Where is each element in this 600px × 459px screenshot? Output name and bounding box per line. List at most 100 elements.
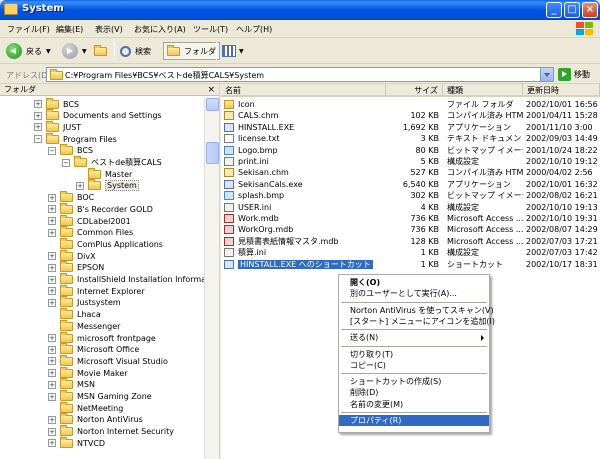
menu-tools[interactable]: ツール(T) xyxy=(193,24,228,35)
tree-item[interactable]: + BOC xyxy=(48,191,94,204)
tree-item[interactable]: + Microsoft Visual Studio xyxy=(48,354,168,367)
expand-toggle[interactable]: + xyxy=(76,181,84,190)
tree-item[interactable]: + Documents and Settings xyxy=(34,109,162,122)
tree-item[interactable]: − Program Files xyxy=(34,132,117,145)
expand-toggle[interactable]: + xyxy=(48,287,56,296)
tree-item[interactable]: + microsoft frontpage xyxy=(48,331,156,344)
tree-item[interactable]: + CDLabel2001 xyxy=(48,214,131,227)
file-row[interactable]: 積算.ini 1 KB 構成設定 2002/07/03 17:42 xyxy=(221,247,600,258)
context-menu-item[interactable]: 削除(D) xyxy=(339,387,489,398)
context-menu-item[interactable]: 開く(O) xyxy=(339,277,489,288)
expand-toggle[interactable]: − xyxy=(34,135,42,144)
column-header-size[interactable]: サイズ xyxy=(386,84,443,97)
file-row[interactable]: Icon ファイル フォルダ 2002/10/01 16:56 xyxy=(221,99,600,110)
views-button[interactable]: ▼ xyxy=(222,42,244,60)
file-row[interactable]: Sekisan.chm 527 KB コンパイル済み HTM... 2000/04/0… xyxy=(221,167,600,178)
expand-toggle[interactable]: + xyxy=(48,263,56,272)
menu-view[interactable]: 表示(V) xyxy=(95,24,123,35)
folders-button[interactable]: フォルダ xyxy=(163,42,220,60)
title-bar[interactable]: System _ □ × xyxy=(0,0,600,20)
expand-toggle[interactable]: + xyxy=(48,217,56,225)
context-menu-item[interactable]: 名前の変更(M) xyxy=(339,399,489,410)
expand-toggle[interactable]: + xyxy=(34,100,42,108)
address-dropdown-button[interactable] xyxy=(540,68,553,81)
scroll-up-button[interactable] xyxy=(206,98,219,111)
expand-toggle[interactable]: + xyxy=(34,123,42,132)
expand-toggle[interactable]: + xyxy=(48,392,56,401)
expand-toggle[interactable]: + xyxy=(48,193,56,202)
tree-item[interactable]: + NTVCD xyxy=(48,436,105,449)
folder-tree-scrollbar[interactable] xyxy=(204,97,219,459)
expand-toggle[interactable]: − xyxy=(48,146,56,155)
menu-favorites[interactable]: お気に入り(A) xyxy=(134,24,186,35)
back-button[interactable]: 戻る ▼ xyxy=(6,42,51,60)
menu-edit[interactable]: 編集(E) xyxy=(56,24,83,35)
tree-item[interactable]: NetMeeting xyxy=(48,401,123,414)
context-menu-item[interactable]: 別のユーザーとして実行(A)... xyxy=(339,288,489,299)
file-row[interactable]: SekisanCals.exe 6,540 KB アプリケーション 2002/10/0… xyxy=(221,179,600,190)
expand-toggle[interactable]: + xyxy=(48,380,56,389)
tree-item[interactable]: ComPlus Applications xyxy=(48,237,163,250)
file-row[interactable]: print.ini 5 KB 構成設定 2002/10/10 19:12 xyxy=(221,156,600,167)
maximize-button[interactable]: □ xyxy=(564,2,580,18)
file-row[interactable]: WorkOrg.mdb 736 KB Microsoft Access ... 200… xyxy=(221,224,600,235)
tree-item[interactable]: + DivX xyxy=(48,249,96,262)
expand-toggle[interactable]: + xyxy=(48,439,56,448)
up-folder-button[interactable] xyxy=(94,42,107,60)
expand-toggle[interactable]: + xyxy=(48,205,56,214)
context-menu-item[interactable]: Norton AntiVirus を使ってスキャン(V) xyxy=(339,305,494,316)
tree-item[interactable]: + Common Files xyxy=(48,226,133,239)
tree-item[interactable]: + Norton Internet Security xyxy=(48,425,174,438)
context-menu-item[interactable]: コピー(C) xyxy=(339,360,489,371)
column-header-type[interactable]: 種類 xyxy=(443,84,523,97)
expand-toggle[interactable]: + xyxy=(48,369,56,378)
close-button[interactable]: × xyxy=(582,2,598,18)
file-row[interactable]: Work.mdb 736 KB Microsoft Access ... 2002/1… xyxy=(221,213,600,224)
expand-toggle[interactable]: + xyxy=(48,357,56,366)
file-row[interactable]: Logo.bmp 80 KB ビットマップ イメージ 2001/10/24 18:22 xyxy=(221,145,600,156)
file-row[interactable]: 見積書表紙情報マスタ.mdb 128 KB Microsoft Access ...… xyxy=(221,236,600,247)
expand-toggle[interactable]: + xyxy=(34,111,42,120)
menu-file[interactable]: ファイル(F) xyxy=(7,24,50,35)
address-input[interactable]: C:¥Program Files¥BCS¥ベストde積算CALS¥System xyxy=(46,67,554,82)
context-menu-item[interactable]: プロパティ(R) xyxy=(339,415,489,426)
tree-item[interactable]: + Internet Explorer xyxy=(48,284,145,297)
file-row[interactable]: HINSTALL.EXE 1,692 KB アプリケーション 2001/11/10 3… xyxy=(221,122,600,133)
context-menu-item[interactable]: 切り取り(T) xyxy=(339,349,489,360)
tree-item[interactable]: Messenger xyxy=(48,319,120,332)
tree-item[interactable]: + System xyxy=(76,179,139,192)
tree-item[interactable]: + Movie Maker xyxy=(48,366,128,379)
tree-item[interactable]: + MSN Gaming Zone xyxy=(48,390,152,403)
tree-item[interactable]: Lhaca xyxy=(48,308,101,321)
chevron-down-icon[interactable]: ▼ xyxy=(82,48,87,55)
expand-toggle[interactable]: + xyxy=(48,415,56,424)
search-button[interactable]: 検索 xyxy=(120,42,151,60)
tree-item[interactable]: + B's Recorder GOLD xyxy=(48,202,153,215)
file-row[interactable]: license.txt 3 KB テキスト ドキュメント 2002/09/03 14:… xyxy=(221,133,600,144)
file-row[interactable]: CALS.chm 102 KB コンパイル済み HTM... 2001/04/11 1… xyxy=(221,110,600,121)
expand-toggle[interactable]: + xyxy=(48,427,56,436)
tree-item[interactable]: − ベストde積算CALS xyxy=(62,156,162,169)
tree-item[interactable]: + JUST xyxy=(34,120,81,133)
minimize-button[interactable]: _ xyxy=(546,2,562,18)
column-header-name[interactable]: 名前 xyxy=(221,84,386,97)
expand-toggle[interactable]: + xyxy=(48,334,56,342)
scroll-thumb[interactable] xyxy=(206,142,219,164)
tree-item[interactable]: + BCS xyxy=(34,97,79,110)
tree-item[interactable]: + Microsoft Office xyxy=(48,343,139,356)
tree-item[interactable]: + Norton AntiVirus xyxy=(48,413,143,426)
expand-toggle[interactable]: − xyxy=(62,158,70,167)
context-menu-item[interactable]: [スタート] メニューにアイコンを追加(I) xyxy=(339,316,495,327)
context-menu-item[interactable]: ショートカットの作成(S) xyxy=(339,376,489,387)
expand-toggle[interactable]: + xyxy=(48,345,56,354)
chevron-down-icon[interactable]: ▼ xyxy=(46,48,51,55)
menu-help[interactable]: ヘルプ(H) xyxy=(236,24,272,35)
forward-button[interactable]: ▼ xyxy=(62,42,87,60)
tree-item[interactable]: Master xyxy=(76,167,132,180)
expand-toggle[interactable]: + xyxy=(48,228,56,237)
close-icon[interactable]: × xyxy=(207,84,215,96)
file-row[interactable]: USER.ini 4 KB 構成設定 2002/10/10 19:13 xyxy=(221,202,600,213)
tree-item[interactable]: + Justsystem xyxy=(48,296,121,309)
expand-toggle[interactable]: + xyxy=(48,275,56,284)
tree-item[interactable]: + EPSON xyxy=(48,261,104,274)
